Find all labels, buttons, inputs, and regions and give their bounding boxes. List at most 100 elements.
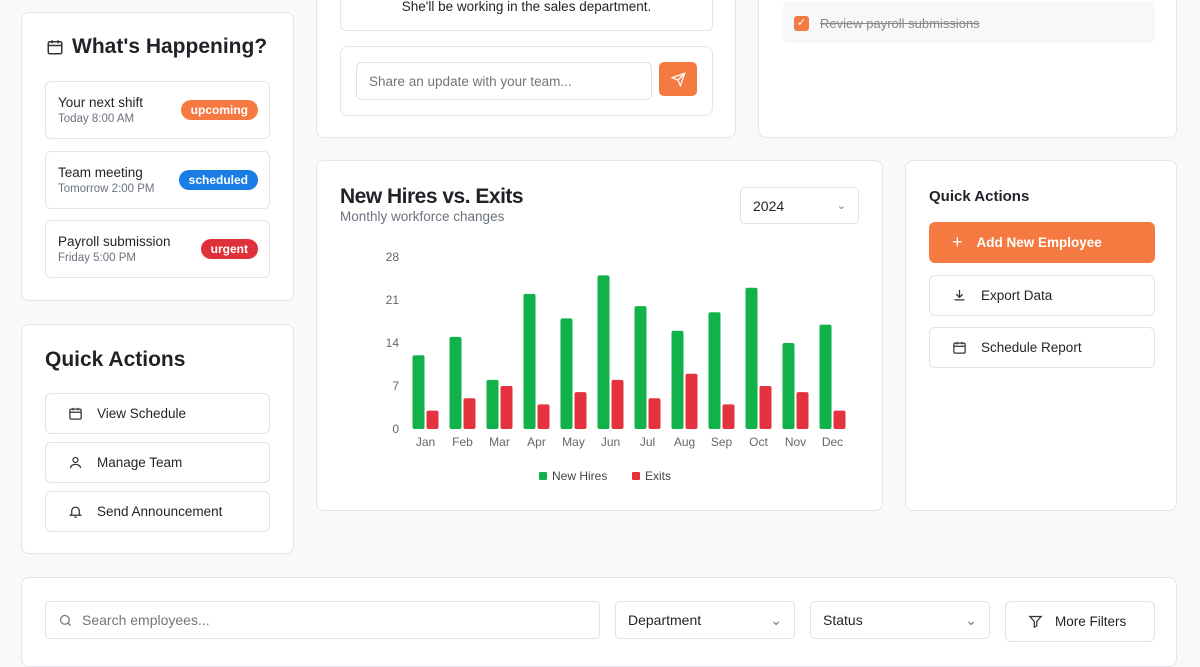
button-label: Send Announcement — [97, 504, 222, 519]
search-input[interactable] — [82, 610, 582, 630]
user-icon — [68, 455, 83, 470]
bell-icon — [68, 504, 83, 519]
search-box[interactable] — [45, 601, 600, 639]
x-tick-label: Aug — [674, 435, 695, 449]
share-update-input[interactable] — [356, 62, 652, 100]
feed-message-box: She'll be working in the sales departmen… — [340, 0, 713, 31]
status-badge: upcoming — [181, 100, 258, 120]
team-feed-card: She'll be working in the sales departmen… — [316, 0, 736, 138]
task-checkbox[interactable]: ✓ — [794, 16, 809, 31]
event-time: Today 8:00 AM — [58, 113, 134, 125]
filter-icon — [1028, 614, 1043, 629]
card-title: Quick Actions — [45, 348, 185, 372]
status-badge: urgent — [201, 239, 258, 259]
whats-happening-card: What's Happening? Your next shift Today 8… — [21, 12, 294, 301]
bar-new-hires[interactable] — [635, 306, 647, 429]
task-label: Review payroll submissions — [820, 16, 980, 31]
bar-exits[interactable] — [686, 374, 698, 429]
employee-filters-card: Department ⌄ Status ⌄ More Filters — [21, 577, 1177, 667]
department-select[interactable]: Department ⌄ — [615, 601, 795, 639]
bar-new-hires[interactable] — [487, 380, 499, 429]
event-time: Tomorrow 2:00 PM — [58, 183, 155, 195]
card-title: What's Happening? — [72, 35, 267, 59]
status-badge: scheduled — [179, 170, 258, 190]
bar-exits[interactable] — [501, 386, 513, 429]
department-value: Department — [628, 612, 701, 628]
more-filters-button[interactable]: More Filters — [1005, 601, 1155, 642]
bar-exits[interactable] — [427, 411, 439, 429]
event-item[interactable]: Payroll submissionFriday 5:00 PMurgent — [45, 220, 270, 278]
y-tick-label: 21 — [386, 293, 400, 307]
y-tick-label: 7 — [392, 379, 399, 393]
send-button[interactable] — [659, 62, 697, 96]
schedule-report-button[interactable]: Schedule Report — [929, 327, 1155, 368]
chevron-down-icon: ⌄ — [770, 612, 782, 629]
event-title: Payroll submission — [58, 234, 171, 249]
bar-new-hires[interactable] — [783, 343, 795, 429]
event-item[interactable]: Your next shift Today 8:00 AM upcoming — [45, 81, 270, 139]
x-tick-label: Jun — [601, 435, 620, 449]
x-tick-label: Sep — [711, 435, 733, 449]
bar-exits[interactable] — [612, 380, 624, 429]
x-tick-label: Jul — [640, 435, 655, 449]
y-tick-label: 14 — [386, 336, 400, 350]
button-label: Export Data — [981, 288, 1052, 303]
status-select[interactable]: Status ⌄ — [810, 601, 990, 639]
quick-actions-card: Quick Actions View Schedule Manage Team … — [21, 324, 294, 554]
calendar-icon — [68, 406, 83, 421]
legend-swatch — [632, 472, 640, 480]
bar-new-hires[interactable] — [598, 275, 610, 429]
bar-exits[interactable] — [538, 404, 550, 429]
legend-label[interactable]: Exits — [645, 469, 671, 483]
button-label: More Filters — [1055, 614, 1126, 629]
share-update-box — [340, 46, 713, 116]
x-tick-label: Feb — [452, 435, 473, 449]
send-icon — [671, 72, 686, 87]
bar-chart: 07142128JanFebMarAprMayJunJulAugSepOctNo… — [317, 161, 884, 512]
button-label: Add New Employee — [977, 235, 1102, 250]
bar-new-hires[interactable] — [672, 331, 684, 429]
x-tick-label: Oct — [749, 435, 768, 449]
feed-message: She'll be working in the sales departmen… — [402, 0, 651, 14]
bar-new-hires[interactable] — [524, 294, 536, 429]
status-value: Status — [823, 612, 863, 628]
event-title: Team meeting — [58, 165, 143, 180]
bar-new-hires[interactable] — [450, 337, 462, 429]
bar-exits[interactable] — [834, 411, 846, 429]
button-label: Manage Team — [97, 455, 182, 470]
bar-new-hires[interactable] — [413, 355, 425, 429]
export-data-button[interactable]: Export Data — [929, 275, 1155, 316]
tasks-card: ✓ Review payroll submissions — [758, 0, 1177, 138]
calendar-icon — [46, 38, 64, 56]
send-announcement-button[interactable]: Send Announcement — [45, 491, 270, 532]
bar-new-hires[interactable] — [709, 312, 721, 429]
bar-exits[interactable] — [575, 392, 587, 429]
hires-exits-chart-card: New Hires vs. Exits Monthly workforce ch… — [316, 160, 883, 511]
task-item[interactable]: ✓ Review payroll submissions — [783, 1, 1155, 43]
bar-new-hires[interactable] — [746, 288, 758, 429]
calendar-icon — [952, 340, 967, 355]
event-title: Your next shift — [58, 95, 143, 110]
bar-new-hires[interactable] — [820, 325, 832, 429]
button-label: View Schedule — [97, 406, 186, 421]
bar-exits[interactable] — [723, 404, 735, 429]
view-schedule-button[interactable]: View Schedule — [45, 393, 270, 434]
legend-label[interactable]: New Hires — [552, 469, 607, 483]
x-tick-label: May — [562, 435, 585, 449]
bar-exits[interactable] — [649, 398, 661, 429]
manage-team-button[interactable]: Manage Team — [45, 442, 270, 483]
bar-exits[interactable] — [760, 386, 772, 429]
bar-new-hires[interactable] — [561, 318, 573, 429]
x-tick-label: Nov — [785, 435, 806, 449]
plus-icon: + — [952, 232, 963, 253]
chevron-down-icon: ⌄ — [965, 612, 977, 629]
button-label: Schedule Report — [981, 340, 1082, 355]
bar-exits[interactable] — [464, 398, 476, 429]
add-new-employee-button[interactable]: + Add New Employee — [929, 222, 1155, 263]
x-tick-label: Dec — [822, 435, 843, 449]
download-icon — [952, 288, 967, 303]
quick-actions-card-right: Quick Actions +Add New Employee Export D… — [905, 160, 1177, 511]
x-tick-label: Mar — [489, 435, 510, 449]
bar-exits[interactable] — [797, 392, 809, 429]
event-item[interactable]: Team meeting Tomorrow 2:00 PM scheduled — [45, 151, 270, 209]
